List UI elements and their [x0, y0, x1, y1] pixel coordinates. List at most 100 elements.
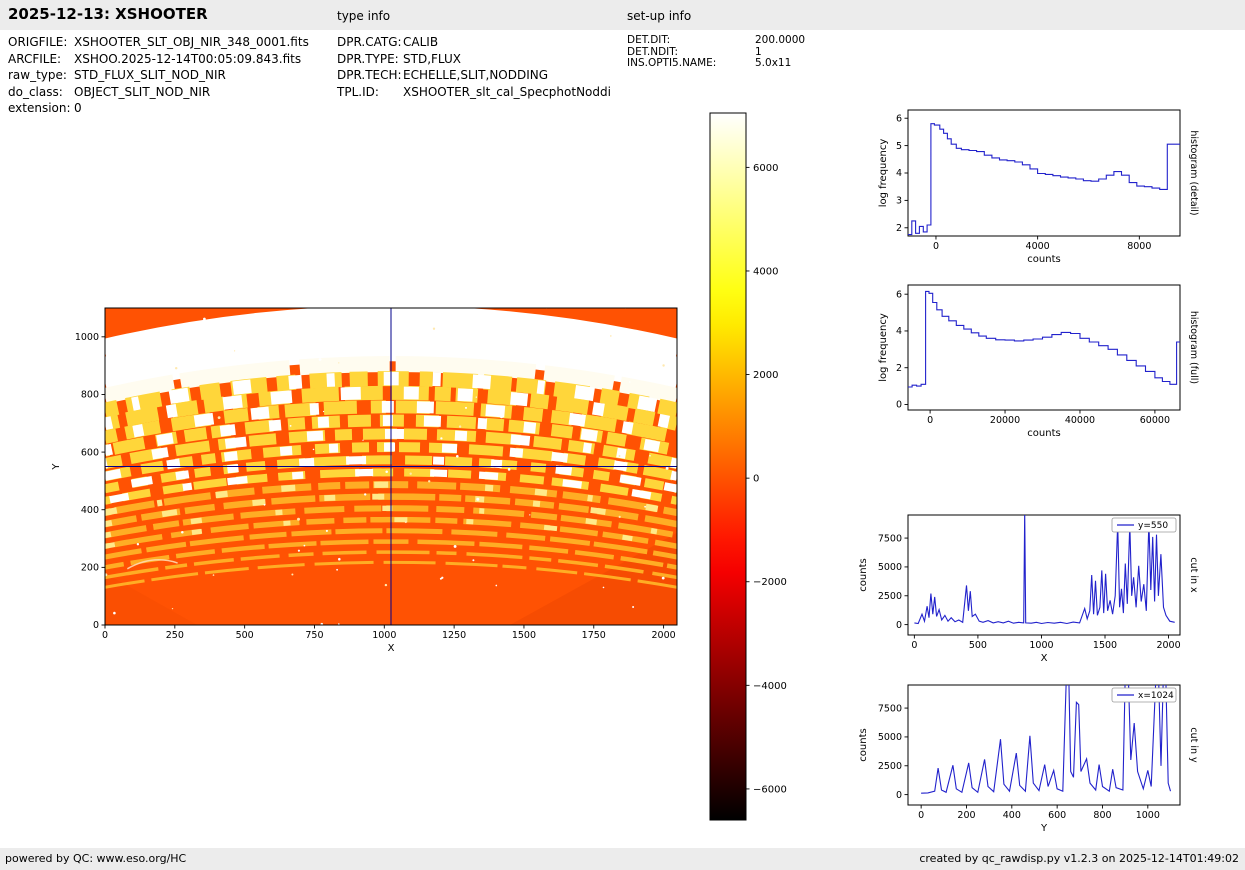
hot-pixel [475, 396, 477, 398]
y-tick-label: 0 [896, 620, 902, 631]
x-tick-label: 0 [927, 415, 933, 426]
histogram-full-chart-line [908, 290, 1180, 388]
x-tick-label: 600 [1048, 810, 1066, 821]
y-tick-label: 2500 [878, 591, 902, 602]
x-axis-label: X [1041, 653, 1048, 664]
hot-pixel [325, 529, 328, 532]
hot-pixel [133, 428, 137, 431]
hot-pixel [476, 497, 480, 501]
y-axis-label: Y [51, 463, 62, 471]
hot-pixel [362, 439, 364, 441]
plot-frame [907, 284, 1181, 411]
footer-created-by: created by qc_rawdisp.py v1.2.3 on 2025-… [919, 852, 1239, 865]
hot-pixel [654, 377, 658, 381]
hot-pixel [233, 350, 236, 352]
cut-in-x-chart: 0 500 1000 1500 2000 0 2500 5000 7500 Xcounts cut … [858, 514, 1199, 664]
x-axis-label: counts [1027, 254, 1060, 265]
x-tick-label: 200 [957, 810, 975, 821]
hot-pixel [409, 472, 412, 475]
hot-pixel [312, 448, 315, 451]
y-tick-label: 4 [896, 168, 902, 179]
hot-pixel [632, 606, 635, 608]
hot-pixel [203, 317, 206, 321]
y-tick-label: 5000 [878, 732, 902, 743]
hot-pixel [217, 416, 221, 419]
hot-pixel [254, 342, 258, 346]
hot-pixel [439, 577, 442, 580]
hot-pixel [503, 350, 507, 353]
hot-pixel [581, 431, 584, 434]
histogram-detail-chart-line [908, 123, 1180, 236]
colorbar-tick-label: −6000 [753, 784, 787, 795]
x-tick-label: 2000 [1156, 640, 1180, 651]
colorbar: 6000 4000 2000 0 −2000 −4000 −6000 [709, 112, 787, 821]
y-tick-label: 4 [896, 326, 902, 337]
hot-pixel [495, 584, 498, 587]
x-tick-label: 1500 [1093, 640, 1117, 651]
x-axis-label: X [388, 643, 395, 654]
hot-pixel [453, 544, 457, 548]
hot-pixel [128, 356, 130, 358]
x-tick-label: 60000 [1140, 415, 1170, 426]
x-tick-label: 0 [911, 640, 917, 651]
y-tick-label: 2500 [878, 761, 902, 772]
plot-frame [907, 684, 1181, 806]
hot-pixel [479, 386, 481, 389]
y-tick-label: 2 [896, 223, 902, 234]
y-tick-label: 1000 [75, 332, 99, 343]
x-tick-label: 8000 [1127, 241, 1151, 252]
hot-pixel [113, 611, 116, 615]
hot-pixel [212, 574, 215, 576]
hot-pixel [384, 583, 388, 587]
y-tick-label: 5 [896, 141, 902, 152]
x-axis-label: Y [1040, 823, 1048, 834]
x-tick-label: 250 [166, 630, 184, 641]
right-side-label: cut in x [1188, 557, 1199, 593]
hot-pixel [338, 557, 341, 561]
y-axis-label: counts [858, 728, 869, 761]
y-axis-label: log frequency [878, 139, 889, 208]
colorbar-tick-label: 2000 [753, 370, 778, 381]
hot-pixel [458, 425, 462, 428]
main-image-chart: 0 250 500 750 1000 1250 1500 1750 2000 0 200 400 600… [51, 307, 678, 654]
x-tick-label: 1750 [582, 630, 606, 641]
y-axis-label: log frequency [878, 313, 889, 382]
hot-pixel [291, 573, 294, 576]
x-tick-label: 500 [236, 630, 254, 641]
x-tick-label: 0 [933, 241, 939, 252]
y-tick-label: 6 [896, 113, 902, 124]
hot-pixel [665, 466, 669, 470]
x-tick-label: 1000 [1136, 810, 1160, 821]
footer-credit-qc: powered by QC: www.eso.org/HC [5, 852, 187, 865]
y-axis-label: counts [858, 558, 869, 591]
hot-pixel [518, 323, 521, 325]
x-tick-label: 0 [102, 630, 108, 641]
colorbar-gradient [710, 113, 746, 820]
hot-pixel [629, 381, 631, 383]
y-tick-label: 400 [81, 505, 99, 516]
hot-pixel [455, 454, 459, 458]
hot-pixel [303, 544, 306, 547]
cut-in-y-chart: 0 200 400 600 800 1000 0 2500 5000 7500 Ycounts cut… [858, 684, 1199, 834]
hot-pixel [432, 327, 436, 330]
qc-report-page: 2025-12-13: XSHOOTER type info set-up in… [0, 0, 1245, 870]
footer-bar: powered by QC: www.eso.org/HC created by… [0, 848, 1245, 870]
colorbar-tick-label: 4000 [753, 266, 778, 277]
right-side-label: histogram (detail) [1188, 130, 1199, 215]
hot-pixel [289, 425, 292, 427]
x-tick-label: 20000 [990, 415, 1020, 426]
hot-pixel [297, 549, 300, 552]
x-tick-label: 1500 [512, 630, 536, 641]
x-tick-label: 40000 [1065, 415, 1095, 426]
hot-pixel [397, 430, 399, 433]
hot-pixel [297, 517, 300, 521]
hot-pixel [338, 362, 340, 364]
y-tick-label: 7500 [878, 533, 902, 544]
x-tick-label: 0 [918, 810, 924, 821]
x-tick-label: 1000 [1029, 640, 1053, 651]
hot-pixel [673, 361, 676, 364]
colorbar-tick-label: −2000 [753, 577, 787, 588]
colorbar-tick-label: 6000 [753, 163, 778, 174]
x-tick-label: 750 [305, 630, 323, 641]
hot-pixel [428, 480, 431, 483]
